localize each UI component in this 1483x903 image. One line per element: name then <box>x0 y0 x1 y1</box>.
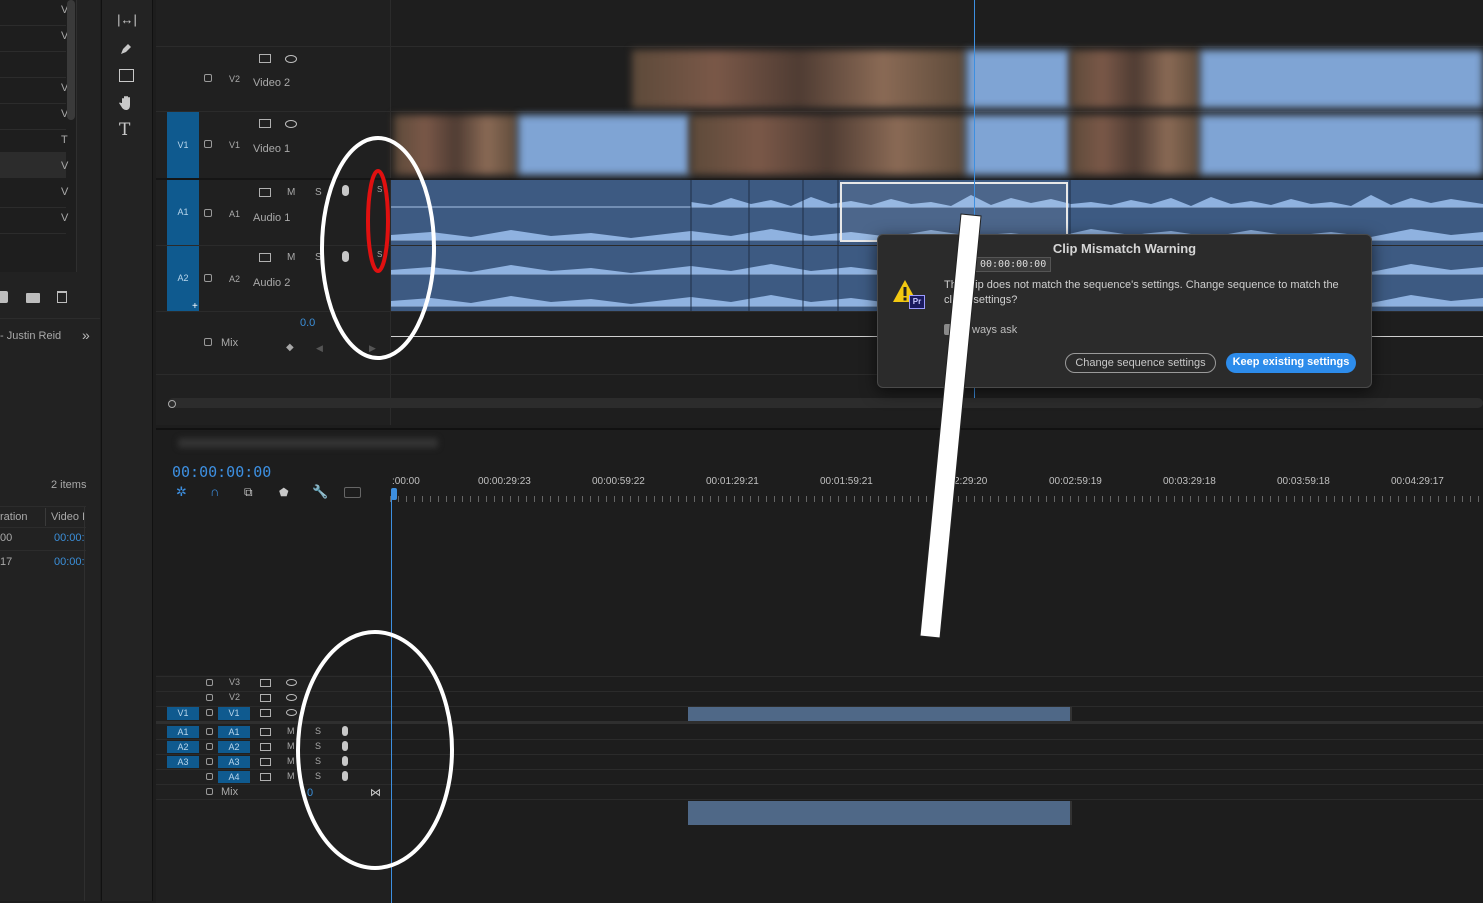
annotation-ellipse-red <box>366 169 390 273</box>
annotation-overlay <box>296 136 982 870</box>
annotation-bar <box>919 213 982 639</box>
annotation-ellipse-bottom <box>296 630 454 870</box>
